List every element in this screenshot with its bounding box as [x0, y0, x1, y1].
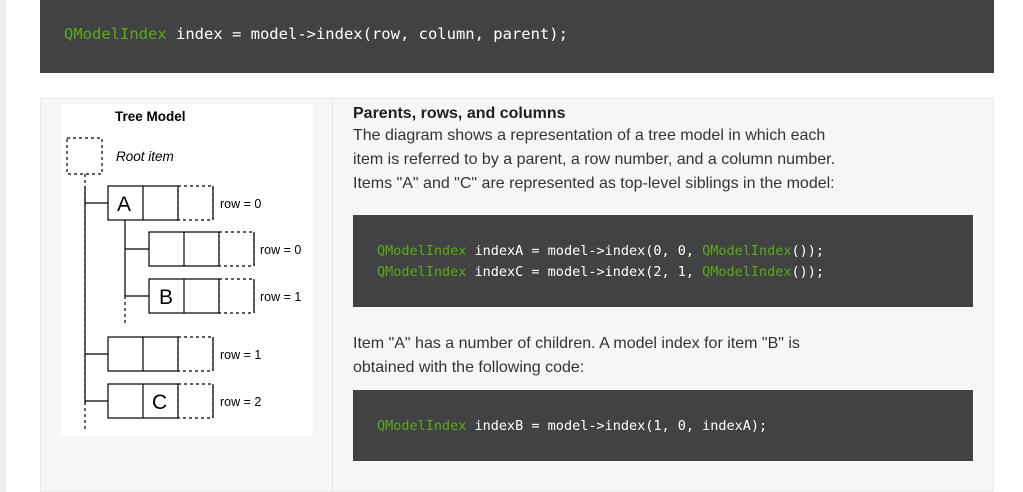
code-block-siblings: QModelIndex indexA = model->index(0, 0, …	[353, 215, 973, 307]
description: Parents, rows, and columns The diagram s…	[353, 104, 973, 196]
code-type: QModelIndex	[377, 264, 467, 280]
code-type: QModelIndex	[702, 243, 792, 259]
row-label: row = 0	[260, 243, 301, 257]
code-block-child: QModelIndex indexB = model->index(1, 0, …	[353, 390, 973, 461]
node-a-label: A	[117, 193, 131, 216]
intro-line: item is referred to by a parent, a row n…	[353, 151, 836, 168]
node-c-label: C	[152, 391, 167, 414]
section-title: Parents, rows, and columns	[353, 105, 566, 122]
code-text: ());	[791, 264, 825, 280]
node-b-label: B	[159, 286, 173, 309]
code-text: indexA = model->index(0, 0,	[466, 243, 703, 259]
row-label: row = 0	[220, 197, 261, 211]
root-label: Root item	[116, 149, 174, 164]
code-line: QModelIndex indexC = model->index(2, 1, …	[377, 262, 973, 283]
code-type: QModelIndex	[377, 243, 467, 259]
intro-line: The diagram shows a representation of a …	[353, 127, 826, 144]
code-line: QModelIndex indexA = model->index(0, 0, …	[377, 241, 973, 262]
row-label: row = 2	[220, 395, 261, 409]
para-line: Item "A" has a number of children. A mod…	[353, 335, 800, 352]
table-divider	[332, 98, 333, 492]
code-text: indexB = model->index(1, 0, indexA);	[466, 418, 768, 434]
code-type: QModelIndex	[377, 418, 467, 434]
code-text: ());	[791, 243, 825, 259]
code-text: indexC = model->index(2, 1,	[466, 264, 703, 280]
code-type: QModelIndex	[702, 264, 792, 280]
tree-model-diagram: Tree Model Root item A B C row = 0 row =…	[61, 104, 313, 436]
code-text: index = model->index(row, column, parent…	[166, 25, 568, 43]
tree-model-svg: Tree Model Root item A B C row = 0 row =…	[66, 109, 301, 430]
row-label: row = 1	[260, 290, 301, 304]
code-block-top: QModelIndex index = model->index(row, co…	[40, 0, 994, 73]
left-rail	[0, 0, 6, 492]
root-item-box	[66, 137, 103, 175]
row-label: row = 1	[220, 348, 261, 362]
children-paragraph: Item "A" has a number of children. A mod…	[353, 332, 973, 380]
para-line: obtained with the following code:	[353, 359, 585, 376]
code-type: QModelIndex	[64, 25, 167, 43]
diagram-title: Tree Model	[115, 109, 186, 124]
intro-line: Items "A" and "C" are represented as top…	[353, 175, 835, 192]
